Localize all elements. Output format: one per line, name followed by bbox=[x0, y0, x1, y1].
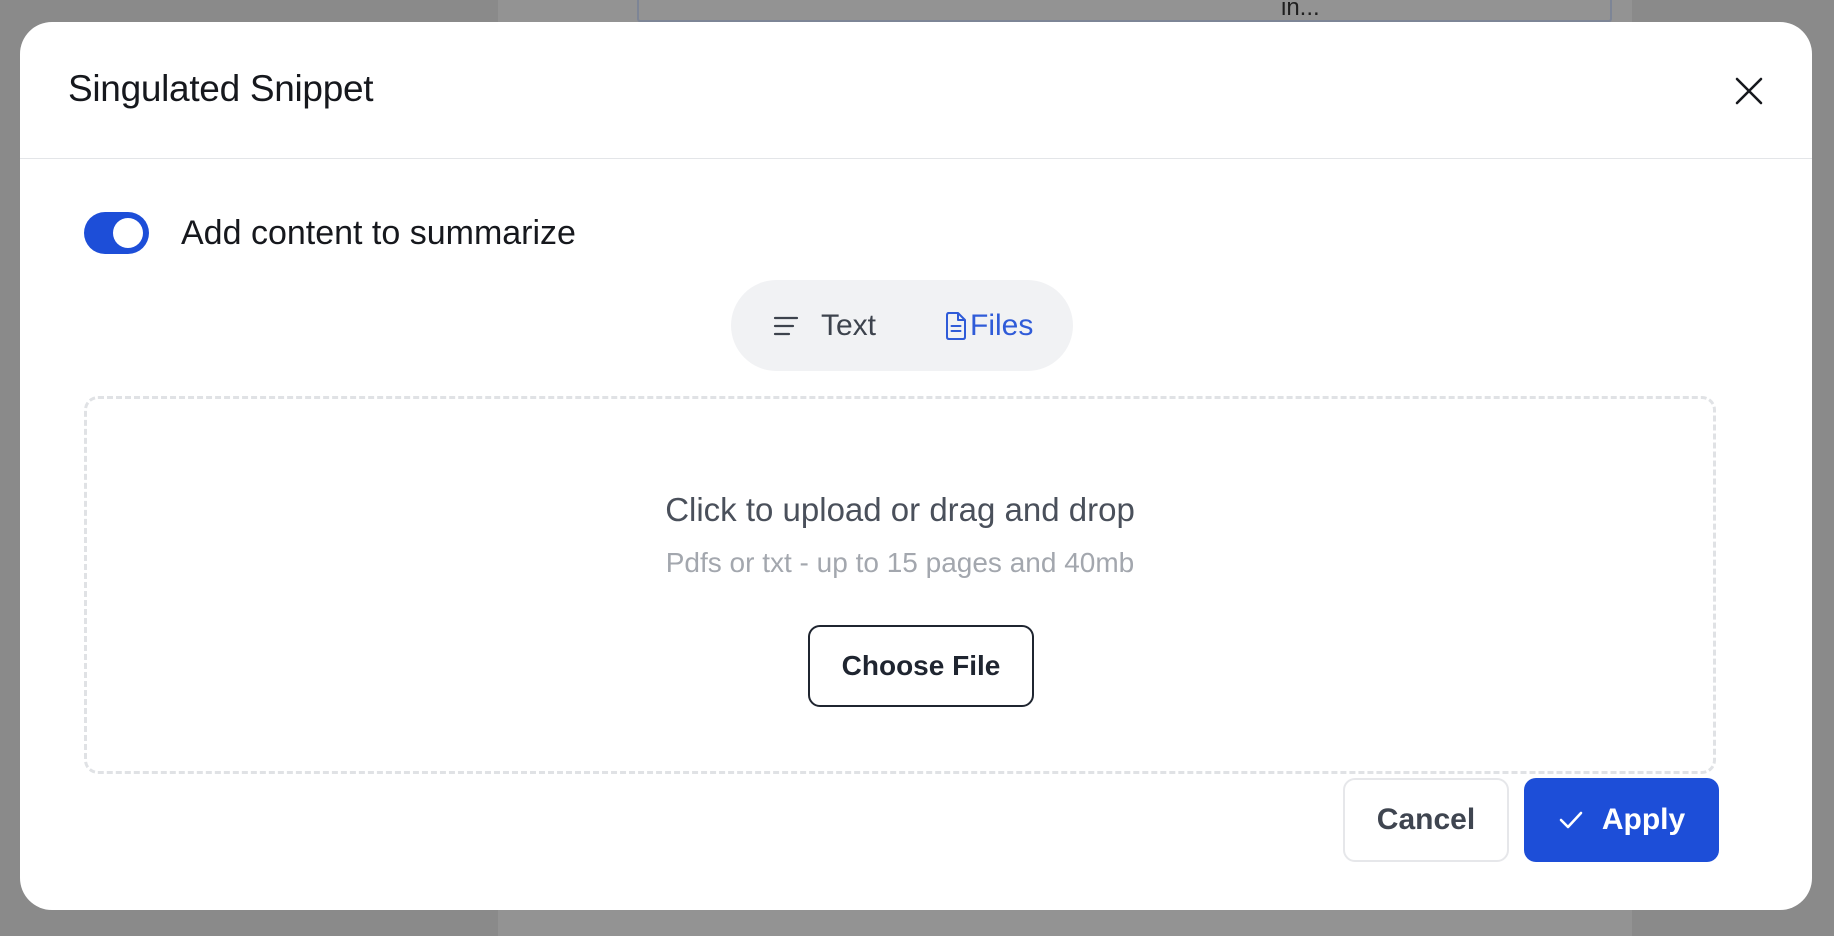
backdrop-snippet-text: in... bbox=[1281, 0, 1320, 21]
choose-file-button[interactable]: Choose File bbox=[808, 625, 1034, 707]
cancel-button[interactable]: Cancel bbox=[1343, 778, 1509, 862]
summarize-toggle[interactable] bbox=[84, 212, 149, 254]
summarize-toggle-label: Add content to summarize bbox=[181, 213, 576, 252]
tab-files-label: Files bbox=[970, 308, 1034, 342]
close-icon bbox=[1735, 77, 1763, 105]
file-icon bbox=[946, 311, 967, 340]
lines-icon bbox=[773, 316, 799, 335]
tab-text[interactable]: Text bbox=[773, 309, 876, 343]
content-type-switch: Text Files bbox=[731, 280, 1073, 371]
tab-text-label: Text bbox=[821, 308, 877, 342]
tab-files[interactable]: Files bbox=[944, 309, 1033, 343]
modal-title: Singulated Snippet bbox=[68, 68, 374, 109]
check-icon bbox=[1558, 810, 1584, 830]
modal-header: Singulated Snippet bbox=[20, 22, 1812, 159]
snippet-modal: Singulated Snippet Add content to summar… bbox=[20, 22, 1812, 910]
dropzone-title: Click to upload or drag and drop bbox=[665, 491, 1135, 528]
file-dropzone[interactable]: Click to upload or drag and drop Pdfs or… bbox=[84, 396, 1716, 774]
dropzone-subtitle: Pdfs or txt - up to 15 pages and 40mb bbox=[665, 547, 1135, 578]
backdrop-snippet-field: in... bbox=[637, 0, 1612, 22]
summarize-toggle-row: Add content to summarize bbox=[84, 212, 576, 254]
apply-button[interactable]: Apply bbox=[1524, 778, 1719, 862]
toggle-knob bbox=[113, 218, 143, 248]
apply-button-label: Apply bbox=[1601, 803, 1686, 836]
close-button[interactable] bbox=[1724, 66, 1774, 116]
